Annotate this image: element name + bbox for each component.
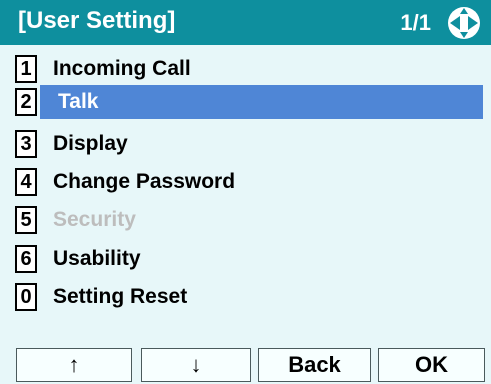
menu-item-key: 3 [15, 130, 37, 158]
menu-item-key: 6 [15, 245, 37, 273]
menu-item-incoming-call[interactable]: 1 Incoming Call [0, 52, 491, 86]
menu-item-key: 2 [15, 88, 37, 116]
four-way-navigation-icon[interactable] [447, 6, 481, 40]
back-softkey[interactable]: Back [258, 348, 371, 382]
ok-softkey[interactable]: OK [378, 348, 485, 382]
page-indicator: 1/1 [400, 10, 431, 35]
menu-item-change-password[interactable]: 4 Change Password [0, 165, 491, 199]
menu-item-label: Usability [53, 247, 141, 270]
softkey-bar: ↑ ↓ Back OK [0, 348, 491, 382]
menu-item-key: 5 [15, 206, 37, 234]
menu-item-label: Security [53, 208, 136, 231]
menu-item-security: 5 Security [0, 203, 491, 237]
title-bar: [User Setting] 1/1 [0, 0, 491, 45]
menu-item-label: Display [53, 132, 128, 155]
screen-title: [User Setting] [18, 7, 176, 34]
menu-item-display[interactable]: 3 Display [0, 127, 491, 161]
up-arrow-softkey[interactable]: ↑ [16, 348, 132, 382]
menu-item-label: Change Password [53, 170, 236, 193]
phone-screen: [User Setting] 1/1 1 Incoming Call 2 Tal… [0, 0, 491, 384]
menu-item-usability[interactable]: 6 Usability [0, 242, 491, 276]
menu-item-talk[interactable]: 2 Talk [0, 85, 491, 119]
down-arrow-softkey[interactable]: ↓ [141, 348, 251, 382]
menu-item-key: 0 [15, 283, 37, 311]
menu-item-setting-reset[interactable]: 0 Setting Reset [0, 280, 491, 314]
menu-item-key: 1 [15, 55, 37, 83]
menu-item-label: Setting Reset [53, 285, 188, 308]
menu-item-label: Incoming Call [53, 57, 191, 80]
menu-item-key: 4 [15, 168, 37, 196]
menu-item-label: Talk [40, 85, 483, 119]
